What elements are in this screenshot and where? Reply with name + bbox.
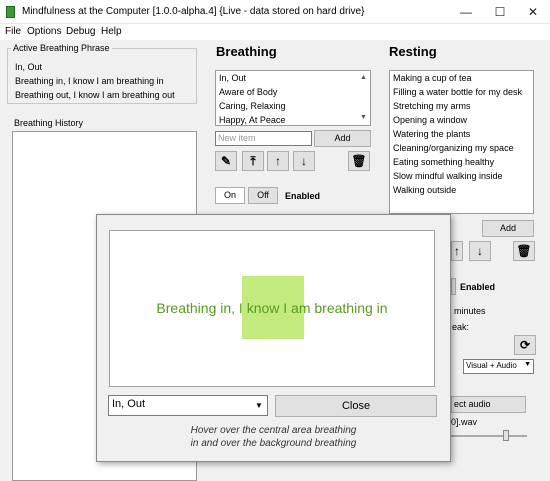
breathing-heading: Breathing <box>216 44 277 59</box>
scroll-down-icon[interactable]: ▼ <box>358 113 369 123</box>
menu-help[interactable]: Help <box>101 26 122 37</box>
resting-off-button[interactable] <box>451 278 456 295</box>
list-item[interactable]: Eating something healthy <box>393 157 494 167</box>
move-up-icon[interactable]: ↑ <box>451 241 463 261</box>
volume-slider-track[interactable] <box>451 435 527 437</box>
close-window-button[interactable]: ✕ <box>516 0 550 24</box>
breathing-area[interactable]: Breathing in, I know I am breathing in <box>109 230 435 387</box>
list-item[interactable]: Stretching my arms <box>393 101 471 111</box>
notification-type-value: Visual + Audio <box>466 361 517 370</box>
phrase-select-value: In, Out <box>112 398 146 410</box>
chevron-down-icon: ▼ <box>255 401 263 410</box>
add-resting-button[interactable]: Add <box>482 220 534 237</box>
breathing-list[interactable]: In, Out Aware of Body Caring, Relaxing H… <box>215 70 371 126</box>
move-top-icon[interactable]: ⤒ <box>242 151 264 171</box>
chevron-down-icon: ▼ <box>524 361 531 368</box>
move-down-icon[interactable]: ↓ <box>469 241 491 261</box>
minimize-button[interactable]: — <box>449 0 483 24</box>
breathing-off-button[interactable]: Off <box>248 187 278 204</box>
breathing-text: Breathing in, I know I am breathing in <box>156 300 388 316</box>
history-label: Breathing History <box>12 118 86 128</box>
maximize-button[interactable]: ☐ <box>483 0 517 24</box>
list-item[interactable]: Opening a window <box>393 115 467 125</box>
audio-file-label: 0].wav <box>451 417 478 427</box>
volume-slider-thumb[interactable] <box>503 430 509 441</box>
notification-type-select[interactable]: Visual + Audio ▼ <box>463 359 534 374</box>
app-icon <box>6 6 15 18</box>
window-title: Mindfulness at the Computer [1.0.0-alpha… <box>22 6 365 17</box>
move-up-icon[interactable]: ↑ <box>267 151 289 171</box>
list-item[interactable]: Caring, Relaxing <box>219 101 286 111</box>
menu-options[interactable]: Options <box>27 26 61 37</box>
hint-line-1: Hover over the central area breathing <box>190 425 357 436</box>
list-item[interactable]: Slow mindful walking inside <box>393 171 503 181</box>
list-item[interactable]: In, Out <box>219 73 246 83</box>
title-bar: Mindfulness at the Computer [1.0.0-alpha… <box>0 0 550 24</box>
list-item[interactable]: Cleaning/organizing my space <box>393 143 514 153</box>
add-breathing-button[interactable]: Add <box>314 130 371 147</box>
breathing-on-button[interactable]: On <box>215 187 245 204</box>
resting-enabled-label: Enabled <box>460 282 496 292</box>
list-item[interactable]: Happy, At Peace <box>219 115 285 125</box>
phrase-select[interactable]: In, Out ▼ <box>108 395 268 416</box>
list-item[interactable]: Walking outside <box>393 185 456 195</box>
edit-pencil-icon[interactable]: ✎ <box>215 151 237 171</box>
hint-line-2: in and over the background breathing <box>190 438 357 449</box>
delete-trash-icon[interactable]: 🗑 <box>348 151 370 171</box>
scroll-up-icon[interactable]: ▲ <box>358 73 369 83</box>
active-phrase-line: Breathing in, I know I am breathing in <box>15 76 164 86</box>
list-item[interactable]: Making a cup of tea <box>393 73 472 83</box>
list-item[interactable]: Filling a water bottle for my desk <box>393 87 522 97</box>
refresh-icon[interactable]: ⟳ <box>514 335 536 355</box>
breathing-dialog: Breathing in, I know I am breathing in I… <box>96 214 451 462</box>
menu-file[interactable]: File <box>5 26 21 37</box>
list-item[interactable]: Watering the plants <box>393 129 470 139</box>
close-dialog-button[interactable]: Close <box>275 395 437 417</box>
resting-list[interactable]: Making a cup of tea Filling a water bott… <box>389 70 534 214</box>
minutes-label: minutes <box>454 306 486 316</box>
delete-trash-icon[interactable]: 🗑 <box>513 241 535 261</box>
menu-debug[interactable]: Debug <box>66 26 95 37</box>
resting-heading: Resting <box>389 44 437 59</box>
break-label: eak: <box>452 322 470 332</box>
select-audio-button[interactable]: ect audio <box>451 396 526 413</box>
active-phrase-label: Active Breathing Phrase <box>11 43 112 53</box>
active-phrase-line: Breathing out, I know I am breathing out <box>15 90 175 100</box>
list-item[interactable]: Aware of Body <box>219 87 277 97</box>
active-phrase-line: In, Out <box>15 62 43 72</box>
new-breathing-item-input[interactable]: New item <box>215 131 312 146</box>
breathing-enabled-label: Enabled <box>285 191 321 201</box>
move-down-icon[interactable]: ↓ <box>293 151 315 171</box>
